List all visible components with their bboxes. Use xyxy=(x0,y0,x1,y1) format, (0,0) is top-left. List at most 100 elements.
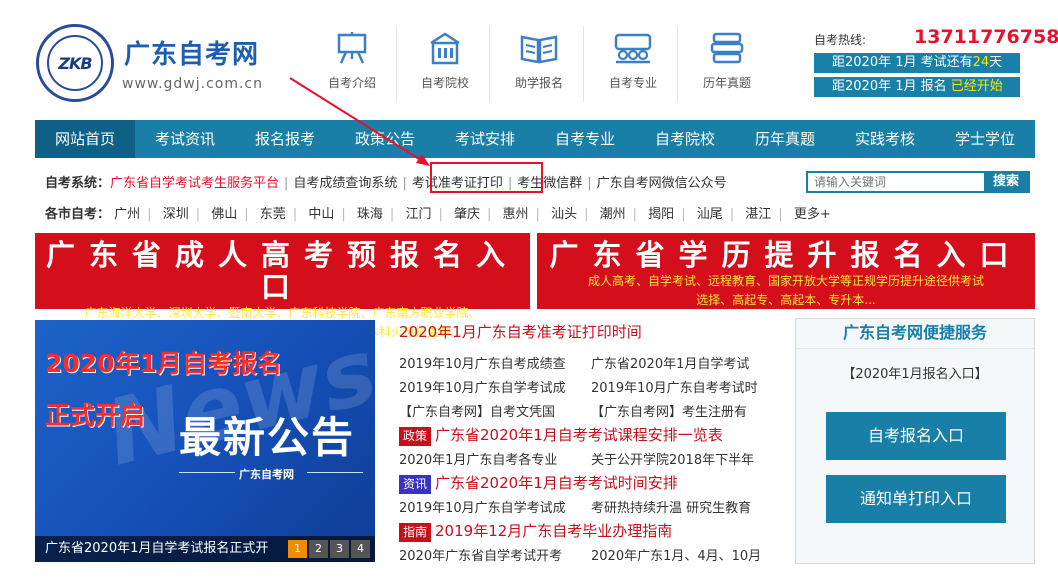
site-url: www.gdwj.com.cn xyxy=(122,76,263,92)
divider: | xyxy=(778,207,783,222)
site-title[interactable]: 广东自考网 xyxy=(124,34,259,71)
news-item[interactable]: 考研热持续升温 研究生教育 xyxy=(591,497,751,516)
city-link[interactable]: 珠海 xyxy=(357,203,383,222)
city-link[interactable]: 汕头 xyxy=(551,203,577,222)
news-featured-text: 广东省2020年1月自考考试时间安排 xyxy=(435,474,678,492)
city-link[interactable]: 江门 xyxy=(405,203,431,222)
city-link[interactable]: 广州 xyxy=(114,203,140,222)
tag-guide: 指南 xyxy=(399,523,432,542)
city-link[interactable]: 中山 xyxy=(308,203,334,222)
banner-subtitle: 成人高考、自学考试、远程教育、国家开放大学等正规学历提升途径供考试 xyxy=(587,274,984,288)
news-item[interactable]: 广东省2020年1月自学考试 xyxy=(591,353,749,372)
system-link-service[interactable]: 广东省自学考试考生服务平台 xyxy=(110,176,279,191)
news-item[interactable]: 2019年10月广东自考考试时 xyxy=(591,377,758,396)
tag-policy: 政策 xyxy=(399,427,432,446)
nav-majors[interactable]: 自考专业 xyxy=(535,120,635,158)
countdown-unit: 天 xyxy=(989,55,1003,70)
news-item[interactable]: 2020年广东1月、4月、10月 xyxy=(591,545,761,564)
system-links: 自考系统：广东省自学考试考生服务平台 | 自考成绩查询系统 | 考试准考证打印 | 考生微信… xyxy=(45,172,727,191)
service-panel: 广东自考网便捷服务 【2020年1月报名入口】 自考报名入口 通知单打印入口 xyxy=(795,318,1035,564)
divider: | xyxy=(535,207,540,222)
nav-schools[interactable]: 自考院校 xyxy=(635,120,735,158)
divider: | xyxy=(487,207,492,222)
topnav-label: 助学报名 xyxy=(514,76,563,90)
register-countdown: 距2020年 1月 报名 已经开始 xyxy=(814,77,1020,97)
topnav-intro[interactable]: 自考介绍 xyxy=(310,28,394,100)
search-input[interactable] xyxy=(808,173,984,191)
news-featured[interactable]: 政策 广东省2020年1月自考考试课程安排一览表 xyxy=(399,424,723,446)
divider: | xyxy=(729,207,735,222)
city-links: 各市自考： 广州 | 深圳 | 佛山 | 东莞 | 中山 | 珠海 | 江门 | 肇庆 | 惠州… xyxy=(45,203,831,222)
news-featured[interactable]: 指南 2019年12月广东自考毕业办理指南 xyxy=(399,520,672,542)
news-item[interactable]: 【广东自考网】自考文凭国 xyxy=(399,401,555,420)
news-item[interactable]: 【广东自考网】考生注册有 xyxy=(591,401,747,420)
news-item[interactable]: 2019年10月广东自考成绩查 xyxy=(399,353,566,372)
city-link[interactable]: 惠州 xyxy=(503,203,529,222)
nav-papers[interactable]: 历年真题 xyxy=(735,120,835,158)
slide-page-1[interactable]: 1 xyxy=(288,540,307,558)
topnav-label: 自考专业 xyxy=(608,76,657,90)
city-link[interactable]: 湛江 xyxy=(745,203,771,222)
divider xyxy=(396,26,397,102)
banner-degree-upgrade[interactable]: 广东省学历提升报名入口 成人高考、自学考试、远程教育、国家开放大学等正规学历提升… xyxy=(537,233,1035,309)
divider: | xyxy=(402,176,407,191)
city-link[interactable]: 肇庆 xyxy=(454,203,480,222)
hotline-number[interactable]: 13711776758 xyxy=(914,26,1058,48)
stack-icon xyxy=(707,30,747,66)
news-item[interactable]: 2019年10月广东自学考试成 xyxy=(399,377,566,396)
notice-print-button[interactable]: 通知单打印入口 xyxy=(826,475,1006,523)
divider: | xyxy=(284,176,289,191)
topnav-schools[interactable]: 自考院校 xyxy=(403,28,487,100)
city-link[interactable]: 东莞 xyxy=(260,203,286,222)
logo-mark: ZKB xyxy=(47,35,103,91)
topnav-label: 历年真题 xyxy=(702,76,751,90)
divider: | xyxy=(389,207,395,222)
divider xyxy=(489,26,490,102)
banner-title: 广东省成人高考预报名入口 xyxy=(45,238,519,304)
city-link[interactable]: 汕尾 xyxy=(697,203,723,222)
topnav-papers[interactable]: 历年真题 xyxy=(685,28,769,100)
news-slider[interactable]: News 2020年1月自考报名 正式开启 最新公告 广东自考网 广东省2020… xyxy=(35,320,375,562)
divider: | xyxy=(244,207,249,222)
search-box: 搜索 xyxy=(806,171,1030,193)
countdown-text: 距2020年 1月 考试还有 xyxy=(832,55,973,70)
service-register-link[interactable]: 【2020年1月报名入口】 xyxy=(796,363,1034,382)
search-button[interactable]: 搜索 xyxy=(984,173,1028,191)
city-link[interactable]: 揭阳 xyxy=(648,203,674,222)
news-featured-text: 广东省2020年1月自考考试课程安排一览表 xyxy=(435,426,723,444)
city-link[interactable]: 深圳 xyxy=(163,203,189,222)
news-item[interactable]: 2020年1月广东自考各专业 xyxy=(399,449,557,468)
city-more-link[interactable]: 更多+ xyxy=(794,203,831,222)
divider xyxy=(583,26,584,102)
nav-home[interactable]: 网站首页 xyxy=(35,120,135,158)
site-logo[interactable]: ZKB xyxy=(36,24,114,102)
nav-degree[interactable]: 学士学位 xyxy=(935,120,1035,158)
news-item[interactable]: 关于公开学院2018年下半年 xyxy=(591,449,754,468)
nav-practice[interactable]: 实践考核 xyxy=(835,120,935,158)
slide-headline: 2020年1月自考报名 xyxy=(45,349,282,378)
exam-countdown: 距2020年 1月 考试还有24天 xyxy=(814,53,1020,73)
news-item[interactable]: 2020年广东省自学考试开考 xyxy=(399,545,562,564)
city-link[interactable]: 佛山 xyxy=(211,203,237,222)
topnav-enroll[interactable]: 助学报名 xyxy=(497,28,581,100)
register-entry-button[interactable]: 自考报名入口 xyxy=(826,412,1006,460)
slide-page-2[interactable]: 2 xyxy=(309,540,328,558)
news-headline[interactable]: 2020年1月广东自考准考证打印时间 xyxy=(399,321,642,342)
city-link[interactable]: 潮州 xyxy=(600,203,626,222)
news-featured[interactable]: 资讯 广东省2020年1月自考考试时间安排 xyxy=(399,472,678,494)
city-label: 各市自考： xyxy=(45,207,111,222)
system-link-score[interactable]: 自考成绩查询系统 xyxy=(293,176,397,191)
system-link-wechat-account[interactable]: 广东自考网微信公众号 xyxy=(597,176,727,191)
nav-schedule[interactable]: 考试安排 xyxy=(435,120,535,158)
divider: | xyxy=(195,207,201,222)
nav-register[interactable]: 报名报考 xyxy=(235,120,335,158)
nav-policy[interactable]: 政策公告 xyxy=(335,120,435,158)
topnav-majors[interactable]: 自考专业 xyxy=(591,28,675,100)
building-icon xyxy=(425,30,465,66)
system-label: 自考系统： xyxy=(45,176,111,191)
slide-page-4[interactable]: 4 xyxy=(351,540,370,558)
slide-page-3[interactable]: 3 xyxy=(330,540,349,558)
banner-adult-exam[interactable]: 广东省成人高考预报名入口 广东海洋大学、深圳大学、暨南大学、广东科技学院、广东南… xyxy=(35,233,530,339)
news-item[interactable]: 2019年10月广东自学考试成 xyxy=(399,497,566,516)
nav-news[interactable]: 考试资讯 xyxy=(135,120,235,158)
